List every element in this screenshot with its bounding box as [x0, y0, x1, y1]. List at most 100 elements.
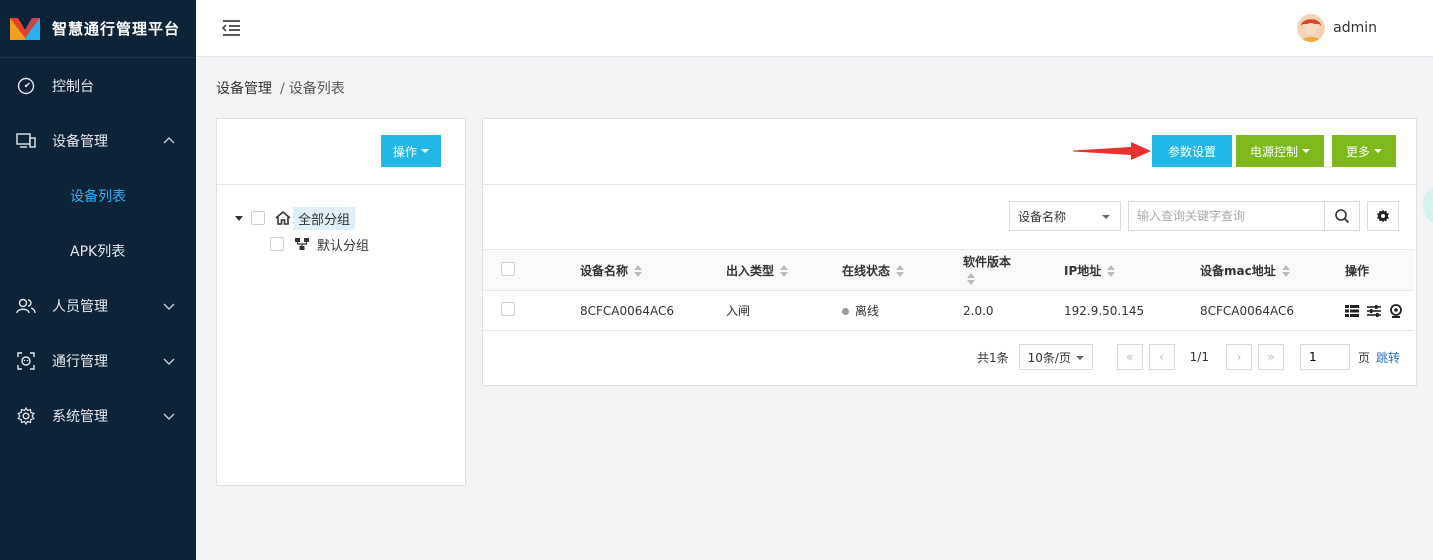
col-label: 在线状态	[842, 263, 891, 278]
col-label: 设备mac地址	[1200, 263, 1276, 278]
search-bar: 设备名称	[483, 201, 1416, 233]
face-access-icon	[16, 351, 36, 371]
group-action-button[interactable]: 操作	[381, 135, 442, 167]
cell-ip-address: 192.9.50.145	[1064, 290, 1200, 331]
breadcrumb-current: 设备列表	[288, 81, 345, 97]
col-software-version[interactable]: 软件版本	[963, 249, 1064, 291]
people-icon	[16, 296, 36, 316]
sidebar-item-label: 设备管理	[52, 133, 108, 150]
pagination: 共1条 10条/页 « ‹ 1/1 › » 页 跳转	[977, 344, 1400, 370]
tree-checkbox[interactable]	[270, 237, 284, 251]
row-checkbox[interactable]	[501, 302, 515, 316]
sidebar-item-access-management[interactable]: 通行管理	[0, 333, 196, 388]
params-settings-button[interactable]: 参数设置	[1152, 135, 1233, 167]
search-input[interactable]	[1128, 201, 1324, 231]
total-count: 共1条	[977, 350, 1009, 365]
page-number-input[interactable]	[1299, 344, 1350, 370]
devices-icon	[16, 131, 36, 151]
sort-icon[interactable]	[1107, 265, 1116, 277]
device-list-panel: 参数设置 电源控制 更多 设备名称 设备名称 出入类型 在线状态 软件版本	[482, 118, 1417, 386]
dropdown-arrow-icon	[1075, 356, 1084, 360]
chevron-down-icon	[163, 358, 175, 365]
select-all-cell	[483, 249, 580, 291]
sidebar-item-dashboard[interactable]: 控制台	[0, 58, 196, 113]
cell-mac-address: 8CFCA0064AC6	[1200, 290, 1345, 331]
expand-arrow-icon[interactable]	[235, 215, 243, 221]
first-page-button[interactable]: «	[1116, 344, 1143, 370]
chevron-down-icon	[163, 303, 175, 310]
last-page-button[interactable]: »	[1257, 344, 1284, 370]
table-row: 8CFCA0064AC6 入闸 离线 2.0.0 192.9.50.145 8C…	[483, 290, 1414, 331]
user-name: admin	[1333, 20, 1377, 36]
col-actions: 操作	[1345, 249, 1414, 291]
group-tree: 全部分组 默认分组	[235, 205, 374, 257]
sort-icon[interactable]	[634, 265, 643, 277]
search-field-selected: 设备名称	[1018, 209, 1067, 224]
app-title: 智慧通行管理平台	[52, 20, 181, 38]
sidebar-item-label: 人员管理	[52, 298, 108, 315]
col-label: 出入类型	[726, 263, 775, 278]
tree-node-label[interactable]: 默认分组	[312, 233, 374, 256]
select-all-checkbox[interactable]	[501, 261, 515, 276]
sort-icon[interactable]	[967, 272, 975, 285]
chevron-down-icon	[163, 413, 175, 420]
sidebar-subitem-device-list[interactable]: 设备列表	[0, 168, 196, 223]
sidebar-item-system-management[interactable]: 系统管理	[0, 388, 196, 443]
sidebar-item-people-management[interactable]: 人员管理	[0, 278, 196, 333]
search-button[interactable]	[1324, 201, 1360, 231]
page-size-select[interactable]: 10条/页	[1018, 344, 1093, 370]
cell-device-name: 8CFCA0064AC6	[580, 290, 726, 331]
sidebar-item-device-management[interactable]: 设备管理	[0, 113, 196, 168]
search-field-select[interactable]: 设备名称	[1009, 201, 1121, 231]
sort-icon[interactable]	[896, 265, 905, 277]
power-control-button[interactable]: 电源控制	[1236, 135, 1325, 167]
group-tree-panel: 操作 全部分组 默认分组	[216, 118, 466, 486]
tree-node-label[interactable]: 全部分组	[293, 206, 356, 230]
col-label: IP地址	[1064, 263, 1102, 278]
col-label: 操作	[1345, 263, 1370, 278]
sliders-icon[interactable]	[1366, 304, 1381, 318]
red-arrow-annotation	[1073, 142, 1151, 160]
column-settings-button[interactable]	[1367, 201, 1399, 231]
sort-icon[interactable]	[780, 265, 789, 277]
list-view-icon[interactable]	[1345, 304, 1359, 318]
sidebar-item-label: 通行管理	[52, 353, 108, 370]
table-header-row: 设备名称 出入类型 在线状态 软件版本 IP地址 设备mac地址 操作	[483, 249, 1414, 291]
col-label: 设备名称	[580, 263, 629, 278]
sort-icon[interactable]	[1281, 265, 1290, 277]
more-label: 更多	[1346, 144, 1371, 159]
prev-page-button[interactable]: ‹	[1148, 344, 1175, 370]
power-control-label: 电源控制	[1250, 144, 1299, 159]
webcam-icon[interactable]	[1389, 303, 1403, 318]
sidebar-item-label: 系统管理	[52, 408, 108, 425]
more-button[interactable]: 更多	[1332, 135, 1397, 167]
floating-assistant-button[interactable]	[1423, 186, 1433, 224]
col-access-type[interactable]: 出入类型	[726, 249, 842, 291]
breadcrumb-root[interactable]: 设备管理	[216, 81, 272, 97]
logo-icon	[10, 17, 40, 40]
tree-node-all-groups[interactable]: 全部分组	[235, 205, 374, 231]
search-icon	[1335, 209, 1350, 224]
tree-node-default-group[interactable]: 默认分组	[235, 231, 374, 257]
menu-collapse-icon[interactable]	[220, 17, 242, 39]
col-mac-address[interactable]: 设备mac地址	[1200, 249, 1345, 291]
page-info: 1/1	[1189, 350, 1209, 364]
caret-down-icon	[1302, 149, 1311, 153]
page-unit: 页	[1357, 350, 1370, 365]
next-page-button[interactable]: ›	[1225, 344, 1252, 370]
sidebar-item-label: 控制台	[52, 78, 94, 95]
col-device-name[interactable]: 设备名称	[580, 249, 726, 291]
user-menu[interactable]: admin	[1297, 14, 1377, 42]
col-online-status[interactable]: 在线状态	[842, 249, 963, 291]
jump-link[interactable]: 跳转	[1376, 349, 1400, 366]
chevron-up-icon	[163, 137, 175, 144]
tree-checkbox[interactable]	[251, 211, 265, 225]
cell-access-type: 入闸	[726, 290, 842, 331]
cell-actions	[1345, 290, 1414, 331]
group-action-label: 操作	[393, 144, 418, 159]
col-ip-address[interactable]: IP地址	[1064, 249, 1200, 291]
sidebar-subitem-apk-list[interactable]: APK列表	[0, 223, 196, 278]
top-bar: admin	[196, 0, 1433, 57]
caret-down-icon	[421, 149, 430, 153]
col-label: 软件版本	[963, 255, 1012, 269]
